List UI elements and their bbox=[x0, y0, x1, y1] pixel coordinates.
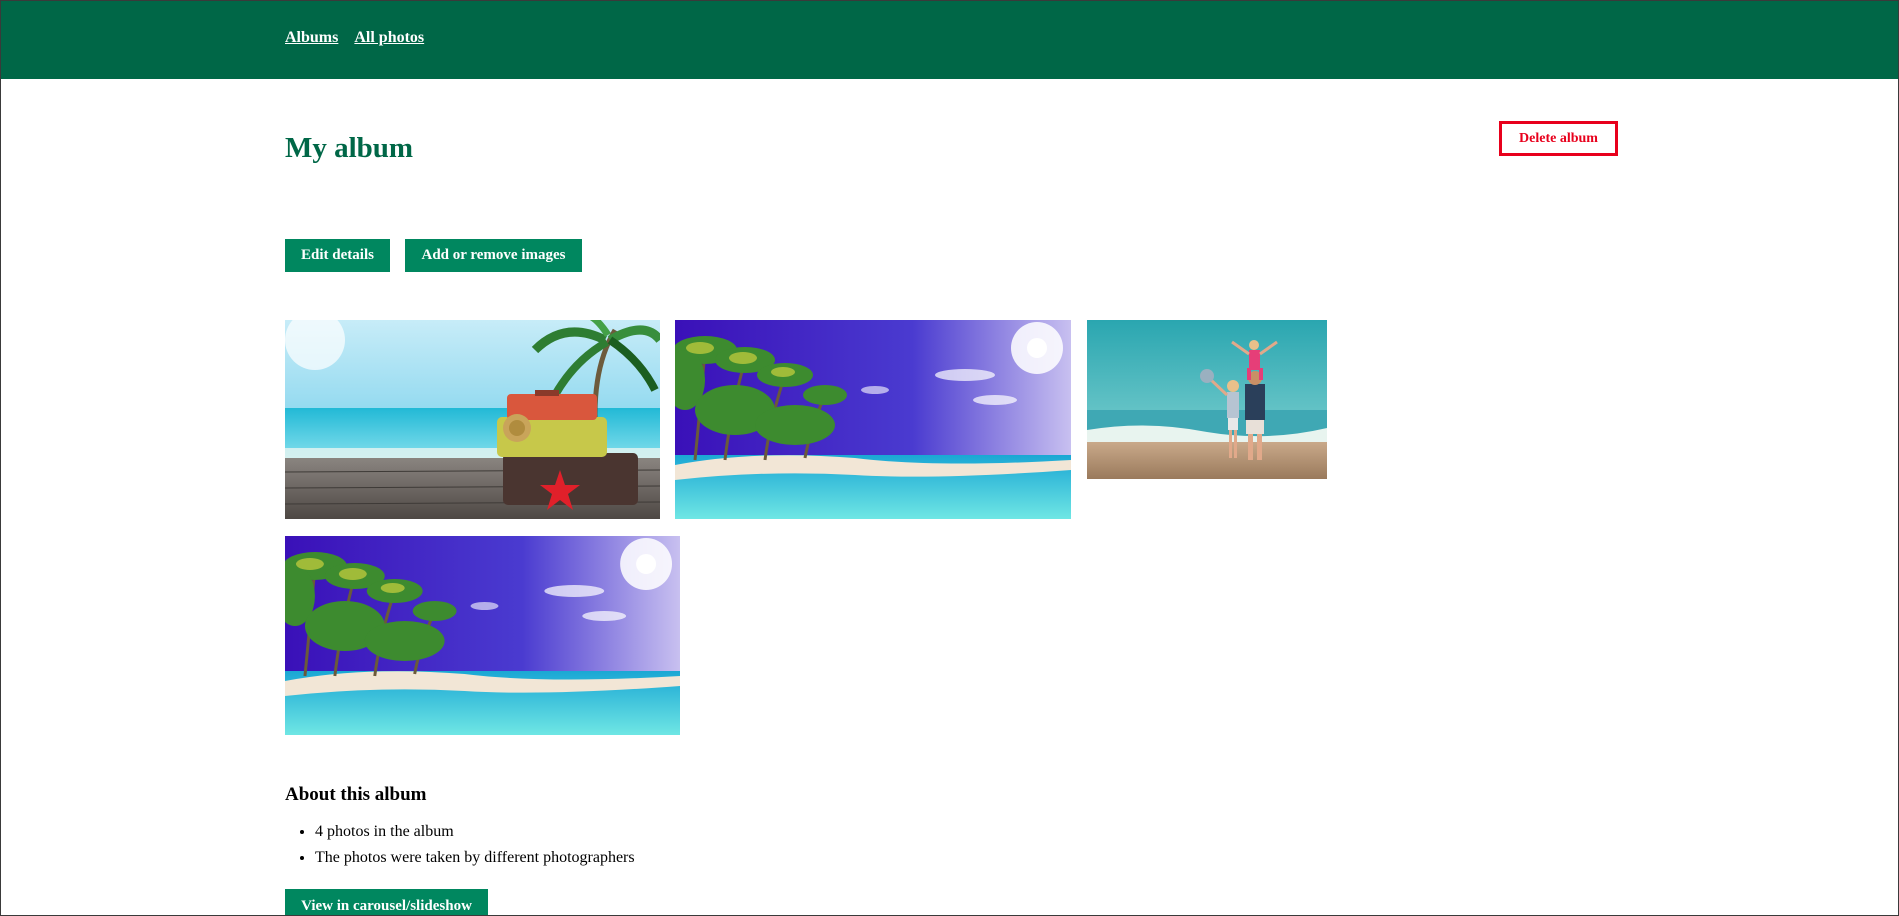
delete-album-button[interactable]: Delete album bbox=[1499, 121, 1618, 156]
main-nav: Albums All photos bbox=[285, 29, 424, 47]
page-title: My album bbox=[285, 132, 414, 164]
family-beach-image bbox=[1087, 320, 1327, 479]
tropical-beach-image bbox=[675, 320, 1071, 519]
photo-tropical-beach-palms[interactable] bbox=[675, 320, 1071, 519]
nav-link-albums[interactable]: Albums bbox=[285, 29, 338, 47]
photo-tropical-beach-palms-2[interactable] bbox=[285, 536, 680, 735]
edit-details-button[interactable]: Edit details bbox=[285, 239, 390, 272]
photo-suitcases-beach[interactable] bbox=[285, 320, 660, 519]
add-remove-images-button[interactable]: Add or remove images bbox=[405, 239, 582, 272]
view-carousel-button[interactable]: View in carousel/slideshow bbox=[285, 889, 488, 915]
suitcases-beach-image bbox=[285, 320, 660, 519]
tropical-beach-image-2 bbox=[285, 536, 680, 735]
list-item: The photos were taken by different photo… bbox=[315, 845, 635, 871]
about-list: 4 photos in the album The photos were ta… bbox=[285, 819, 635, 871]
top-navigation-bar: Albums All photos bbox=[1, 1, 1898, 79]
about-heading: About this album bbox=[285, 784, 427, 805]
app-window: Albums All photos My album Delete album … bbox=[0, 0, 1899, 916]
nav-link-all-photos[interactable]: All photos bbox=[354, 29, 424, 47]
photo-family-at-beach[interactable] bbox=[1087, 320, 1327, 479]
list-item: 4 photos in the album bbox=[315, 819, 635, 845]
